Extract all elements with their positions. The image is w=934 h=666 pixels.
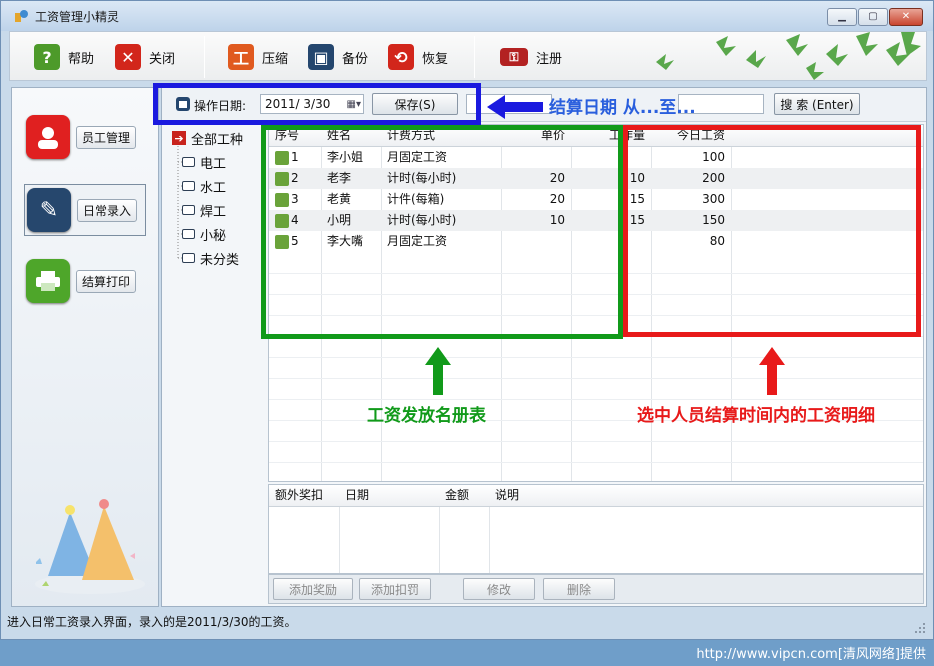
nav-employee-management[interactable]: 员工管理 bbox=[26, 112, 138, 162]
floppy-disk-icon: ▣ bbox=[308, 44, 334, 70]
blue-highlight-box bbox=[153, 83, 481, 125]
leaf-decoration bbox=[656, 32, 921, 80]
tree-item[interactable]: 小秘 bbox=[182, 224, 226, 244]
date-range-annotation: 结算日期 从...至... bbox=[549, 98, 696, 118]
tree-item-label: 电工 bbox=[200, 156, 227, 172]
delete-button[interactable]: 删除 bbox=[543, 578, 615, 600]
green-highlight-box bbox=[261, 125, 623, 339]
tree-connector-lines bbox=[177, 146, 184, 260]
nav-employee-label: 员工管理 bbox=[76, 125, 137, 149]
header-amount[interactable]: 金额 bbox=[445, 485, 469, 506]
green-arrow-up bbox=[425, 347, 451, 395]
red-highlight-box bbox=[623, 125, 921, 337]
header-note[interactable]: 说明 bbox=[495, 485, 519, 506]
app-icon bbox=[15, 10, 28, 22]
close-window-button[interactable]: ✕ bbox=[889, 8, 923, 26]
watermark-text: http://www.vipcn.com[清风网络]提供 bbox=[696, 647, 926, 662]
toolbar-separator bbox=[474, 36, 475, 78]
register-button[interactable]: ⚿ 注册 bbox=[500, 42, 562, 72]
backup-button[interactable]: ▣ 备份 bbox=[308, 42, 368, 72]
search-button[interactable]: 搜 索 (Enter) bbox=[774, 93, 860, 115]
roster-annotation: 工资发放名册表 bbox=[367, 406, 486, 426]
resize-grip-icon[interactable] bbox=[913, 621, 927, 635]
party-hat-decoration bbox=[35, 499, 145, 594]
add-penalty-button[interactable]: 添加扣罚 bbox=[359, 578, 431, 600]
close-button[interactable]: ✕ 关闭 bbox=[115, 42, 175, 72]
minimize-button[interactable]: ▁ bbox=[827, 8, 857, 26]
tree-root[interactable]: ➔ 全部工种 bbox=[172, 128, 243, 148]
nav-settlement-print[interactable]: 结算打印 bbox=[26, 256, 138, 306]
close-icon: ✕ bbox=[115, 44, 141, 70]
tree-item[interactable]: 水工 bbox=[182, 176, 226, 196]
footer-bar: http://www.vipcn.com[清风网络]提供 bbox=[0, 640, 934, 666]
pencil-icon: ✎ bbox=[27, 188, 71, 232]
trade-tree: ➔ 全部工种 电工 水工 焊工 小秘 未分类 bbox=[166, 126, 264, 562]
backup-label: 备份 bbox=[342, 51, 369, 67]
tree-item[interactable]: 焊工 bbox=[182, 200, 226, 220]
header-extra[interactable]: 额外奖扣 bbox=[275, 485, 323, 506]
maximize-button[interactable]: ▢ bbox=[858, 8, 888, 26]
nav-print-label: 结算打印 bbox=[76, 269, 137, 293]
arrow-right-icon: ➔ bbox=[172, 131, 186, 145]
tree-item-label: 未分类 bbox=[200, 252, 240, 268]
red-arrow-up bbox=[759, 347, 785, 395]
bottom-button-bar: 添加奖励 添加扣罚 修改 删除 bbox=[268, 574, 924, 604]
blue-arrow-left bbox=[487, 95, 543, 119]
detail-annotation: 选中人员结算时间内的工资明细 bbox=[637, 406, 875, 426]
window-title: 工资管理小精灵 bbox=[35, 10, 120, 24]
tree-item[interactable]: 未分类 bbox=[182, 248, 239, 268]
edit-button[interactable]: 修改 bbox=[463, 578, 535, 600]
compress-label: 压缩 bbox=[262, 51, 289, 67]
add-bonus-button[interactable]: 添加奖励 bbox=[273, 578, 353, 600]
title-bar: 工资管理小精灵 ▁ ▢ ✕ bbox=[1, 1, 933, 31]
status-bar: 进入日常工资录入界面，录入的是2011/3/30的工资。 bbox=[7, 615, 297, 629]
help-label: 帮助 bbox=[68, 51, 95, 67]
bonus-grid-header: 额外奖扣 日期 金额 说明 bbox=[269, 485, 923, 507]
printer-icon bbox=[26, 259, 70, 303]
key-icon: ⚿ bbox=[500, 48, 528, 66]
refresh-icon: ⟲ bbox=[388, 44, 414, 70]
header-date[interactable]: 日期 bbox=[345, 485, 369, 506]
toolbar-separator bbox=[204, 36, 205, 78]
tree-item-label: 小秘 bbox=[200, 228, 227, 244]
restore-label: 恢复 bbox=[422, 51, 449, 67]
question-icon: ? bbox=[34, 44, 60, 70]
help-button[interactable]: ? 帮助 bbox=[34, 42, 94, 72]
tree-item-label: 焊工 bbox=[200, 204, 227, 220]
tree-item-label: 水工 bbox=[200, 180, 227, 196]
app-window: 工资管理小精灵 ▁ ▢ ✕ ? 帮助 ✕ 关闭 工 压缩 ▣ 备份 ⟲ 恢复 ⚿ bbox=[0, 0, 934, 640]
nav-daily-entry[interactable]: ✎ 日常录入 bbox=[24, 184, 146, 236]
close-label: 关闭 bbox=[149, 51, 176, 67]
compress-icon: 工 bbox=[228, 44, 254, 70]
compress-button[interactable]: 工 压缩 bbox=[228, 42, 288, 72]
register-label: 注册 bbox=[536, 51, 563, 67]
nav-daily-label: 日常录入 bbox=[77, 198, 138, 222]
left-nav-pane: 员工管理 ✎ 日常录入 结算打印 bbox=[11, 87, 159, 607]
bonus-deduction-grid: 额外奖扣 日期 金额 说明 bbox=[268, 484, 924, 574]
restore-button[interactable]: ⟲ 恢复 bbox=[388, 42, 448, 72]
toolbar: ? 帮助 ✕ 关闭 工 压缩 ▣ 备份 ⟲ 恢复 ⚿ 注册 bbox=[9, 31, 927, 81]
tree-root-label: 全部工种 bbox=[191, 132, 244, 148]
user-icon bbox=[26, 115, 70, 159]
tree-item[interactable]: 电工 bbox=[182, 152, 226, 172]
